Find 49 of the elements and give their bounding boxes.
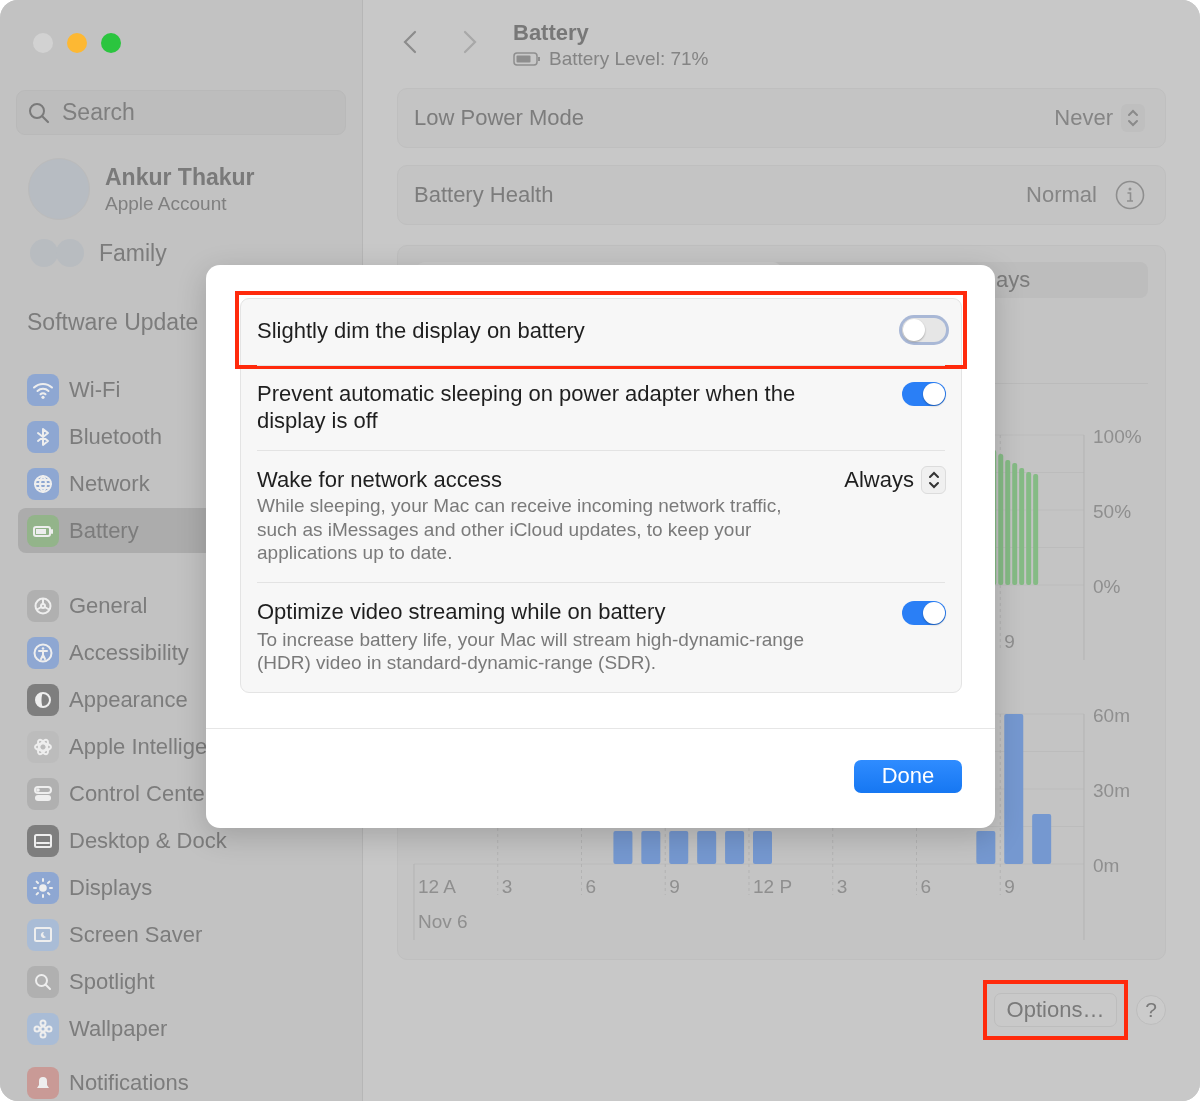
sidebar-item[interactable]: Apple Intellige bbox=[18, 724, 362, 769]
setting-label: Battery Health bbox=[414, 182, 555, 208]
setting-description: To increase battery life, your Mac will stream high-dynamic-range (HDR) video in standard-dynamic-range (SDR). bbox=[257, 627, 805, 675]
up-down-icon bbox=[927, 470, 940, 490]
bar bbox=[669, 831, 689, 864]
sidebar-item[interactable]: Wallpaper bbox=[18, 1006, 362, 1051]
popup-value: Never bbox=[1054, 105, 1113, 131]
minimize-button[interactable] bbox=[67, 33, 87, 53]
bar bbox=[697, 831, 717, 864]
bar bbox=[725, 831, 745, 864]
bar bbox=[1032, 814, 1052, 864]
toggle-switch[interactable] bbox=[902, 382, 946, 406]
bar bbox=[613, 831, 633, 864]
toggle-switch[interactable] bbox=[902, 600, 946, 625]
sidebar-item[interactable]: Screen Saver bbox=[18, 912, 362, 957]
up-down-icon bbox=[1127, 108, 1139, 128]
setting-label: Low Power Mode bbox=[414, 105, 585, 131]
sidebar-item[interactable]: Desktop & Dock bbox=[18, 818, 362, 863]
family-item[interactable]: Family bbox=[99, 241, 167, 265]
sidebar-item[interactable]: Notifications bbox=[18, 1060, 362, 1101]
back-button[interactable] bbox=[403, 30, 417, 54]
toggle-switch[interactable] bbox=[902, 318, 946, 342]
help-button[interactable]: ? bbox=[1136, 995, 1166, 1025]
account-name[interactable]: Ankur Thakur bbox=[105, 163, 255, 191]
setting-title: Slightly dim the display on battery bbox=[257, 316, 585, 344]
bar bbox=[641, 831, 661, 864]
search-field[interactable]: Search bbox=[16, 90, 346, 135]
page-title: Battery bbox=[513, 20, 590, 46]
battery-level: Battery Level: 71% bbox=[549, 48, 709, 70]
sidebar-item[interactable]: Displays bbox=[18, 865, 362, 910]
setting-title: Optimize video streaming while on battery bbox=[257, 598, 667, 625]
setting-title: Wake for network access bbox=[257, 467, 503, 493]
bar bbox=[753, 831, 772, 864]
options-button[interactable]: Options… bbox=[994, 993, 1117, 1027]
setting-title: Prevent automatic sleeping on power adapter when the display is off bbox=[257, 380, 797, 434]
account-subtitle: Apple Account bbox=[105, 192, 228, 215]
status-value: Normal bbox=[1026, 182, 1097, 208]
sidebar-item[interactable]: Appearance bbox=[18, 677, 362, 722]
sidebar-item[interactable]: Control Cente bbox=[18, 771, 362, 816]
zoom-button[interactable] bbox=[101, 33, 121, 53]
stepper-button[interactable] bbox=[921, 466, 946, 494]
bar bbox=[976, 831, 996, 864]
forward-button[interactable] bbox=[463, 30, 477, 54]
sidebar-item[interactable]: Spotlight bbox=[18, 959, 362, 1004]
popup-value: Always bbox=[844, 467, 914, 493]
battery-icon bbox=[513, 52, 541, 66]
search-icon bbox=[28, 102, 50, 124]
info-icon[interactable] bbox=[1115, 180, 1145, 210]
done-button[interactable]: Done bbox=[854, 759, 962, 793]
